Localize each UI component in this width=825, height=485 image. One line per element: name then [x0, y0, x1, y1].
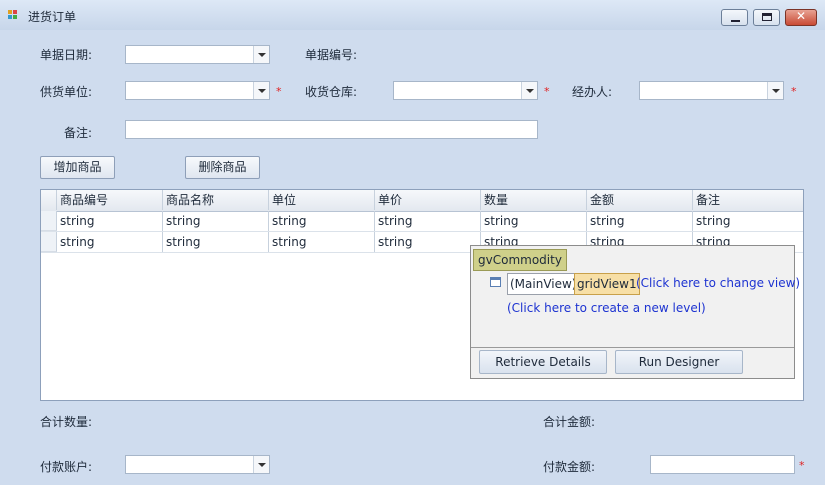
- chevron-down-icon[interactable]: [253, 82, 269, 99]
- title-bar: 进货订单 ✕: [0, 0, 825, 30]
- table-cell[interactable]: string: [375, 232, 481, 252]
- maximize-icon: [762, 13, 772, 21]
- handler-label: 经办人:: [572, 85, 613, 99]
- chevron-down-icon[interactable]: [767, 82, 783, 99]
- grid-designer-panel: gvCommodity (MainView) gridView1 (Click …: [470, 245, 800, 379]
- table-cell[interactable]: string: [693, 211, 803, 231]
- app-icon: [8, 10, 18, 20]
- remark-input[interactable]: [125, 120, 538, 139]
- doc-no-label: 单据编号:: [305, 48, 358, 62]
- date-combo[interactable]: [125, 45, 270, 64]
- table-cell[interactable]: string: [269, 232, 375, 252]
- row-indicator[interactable]: [41, 232, 57, 252]
- chevron-down-icon[interactable]: [253, 456, 269, 473]
- row-indicator-header: [41, 190, 57, 210]
- table-cell[interactable]: string: [587, 211, 693, 231]
- table-cell[interactable]: string: [57, 232, 163, 252]
- column-header[interactable]: 数量: [481, 190, 587, 210]
- required-mark: *: [544, 85, 550, 98]
- chevron-down-icon[interactable]: [253, 46, 269, 63]
- delete-product-button[interactable]: 删除商品: [185, 156, 260, 179]
- minimize-button[interactable]: [721, 9, 748, 26]
- purchase-order-window: 进货订单 ✕ 单据日期: 单据编号: 供货单位: * 收货仓库: * 经办人: …: [0, 0, 825, 485]
- required-mark: *: [799, 459, 805, 472]
- supplier-combo[interactable]: [125, 81, 270, 100]
- grid-name-tag[interactable]: gvCommodity: [473, 249, 567, 271]
- pay-amount-label: 付款金额:: [543, 460, 596, 474]
- warehouse-combo[interactable]: [393, 81, 538, 100]
- main-view-label: (MainView): [507, 273, 580, 295]
- table-cell[interactable]: string: [163, 232, 269, 252]
- warehouse-label: 收货仓库:: [305, 85, 358, 99]
- required-mark: *: [791, 85, 797, 98]
- table-cell[interactable]: string: [269, 211, 375, 231]
- close-icon: ✕: [795, 9, 807, 23]
- grid-header: 商品编号 商品名称 单位 单价 数量 金额 备注: [41, 190, 803, 212]
- table-cell[interactable]: string: [57, 211, 163, 231]
- date-label: 单据日期:: [40, 48, 93, 62]
- grid-view-icon: [490, 277, 501, 287]
- minimize-icon: [731, 20, 740, 22]
- total-qty-label: 合计数量:: [40, 415, 93, 429]
- window-title: 进货订单: [28, 10, 77, 24]
- pay-account-combo[interactable]: [125, 455, 270, 474]
- required-mark: *: [276, 85, 282, 98]
- handler-combo[interactable]: [639, 81, 784, 100]
- total-amount-label: 合计金额:: [543, 415, 596, 429]
- remark-label: 备注:: [64, 126, 93, 140]
- pay-amount-input[interactable]: [650, 455, 795, 474]
- table-cell[interactable]: string: [375, 211, 481, 231]
- create-level-link[interactable]: (Click here to create a new level): [507, 301, 706, 315]
- close-button[interactable]: ✕: [785, 9, 817, 26]
- column-header[interactable]: 单位: [269, 190, 375, 210]
- maximize-button[interactable]: [753, 9, 780, 26]
- table-cell[interactable]: string: [481, 211, 587, 231]
- supplier-label: 供货单位:: [40, 85, 93, 99]
- panel-divider: [471, 347, 794, 348]
- pay-account-label: 付款账户:: [40, 460, 93, 474]
- grid-view-name[interactable]: gridView1: [574, 273, 640, 295]
- chevron-down-icon[interactable]: [521, 82, 537, 99]
- retrieve-details-button[interactable]: Retrieve Details: [479, 350, 607, 374]
- change-view-link[interactable]: (Click here to change view): [636, 276, 800, 290]
- column-header[interactable]: 商品编号: [57, 190, 163, 210]
- add-product-button[interactable]: 增加商品: [40, 156, 115, 179]
- column-header[interactable]: 金额: [587, 190, 693, 210]
- table-cell[interactable]: string: [163, 211, 269, 231]
- row-indicator[interactable]: [41, 211, 57, 231]
- run-designer-button[interactable]: Run Designer: [615, 350, 743, 374]
- column-header[interactable]: 商品名称: [163, 190, 269, 210]
- column-header[interactable]: 备注: [693, 190, 803, 210]
- column-header[interactable]: 单价: [375, 190, 481, 210]
